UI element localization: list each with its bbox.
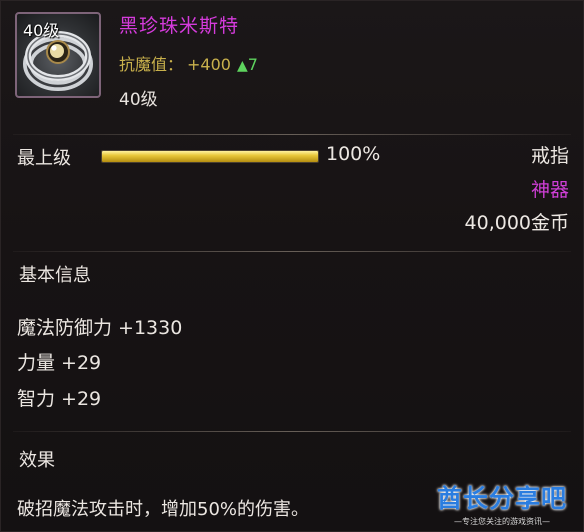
upgrade-progress-fill xyxy=(102,151,318,162)
resist-stat-label: 抗魔值： xyxy=(119,55,184,74)
item-price: 40,000金币 xyxy=(464,212,569,234)
icon-level-label: 40级 xyxy=(23,21,60,40)
divider xyxy=(13,251,571,252)
divider xyxy=(13,431,571,432)
item-rarity: 神器 xyxy=(530,179,569,201)
watermark-logo: 酋长分享吧 —专注您关注的游戏资讯— xyxy=(427,479,577,531)
required-level: 40级 xyxy=(119,90,158,110)
effect-title: 效果 xyxy=(19,450,55,471)
watermark-main: 酋长分享吧 xyxy=(436,484,567,513)
resist-stat-line: 抗魔值： +400 ▲7 xyxy=(119,51,258,75)
resist-stat-value: +400 xyxy=(187,55,231,74)
divider xyxy=(13,134,571,135)
stat-intelligence: 智力 +29 xyxy=(17,388,102,410)
basic-info-title: 基本信息 xyxy=(19,265,91,286)
stat-magic-defense: 魔法防御力 +1330 xyxy=(17,317,183,339)
resist-stat-delta-value: 7 xyxy=(247,55,258,74)
item-tooltip: 40级 黑珍珠米斯特 抗魔值： +400 ▲7 40级 最上级 100% 戒指 神器… xyxy=(0,0,584,532)
item-name: 黑珍珠米斯特 xyxy=(119,15,240,37)
upgrade-progress-bar xyxy=(101,150,319,163)
up-arrow-icon: ▲ xyxy=(236,58,248,74)
upgrade-grade-label: 最上级 xyxy=(17,148,71,169)
watermark-sub: —专注您关注的游戏资讯— xyxy=(454,517,550,526)
item-icon-frame[interactable]: 40级 xyxy=(15,12,101,98)
upgrade-percent: 100% xyxy=(326,143,381,165)
resist-stat-delta: ▲7 xyxy=(237,55,258,74)
effect-description: 破招魔法攻击时，增加50%的伤害。 xyxy=(17,499,310,520)
item-type: 戒指 xyxy=(530,145,569,167)
stat-strength: 力量 +29 xyxy=(17,352,102,374)
